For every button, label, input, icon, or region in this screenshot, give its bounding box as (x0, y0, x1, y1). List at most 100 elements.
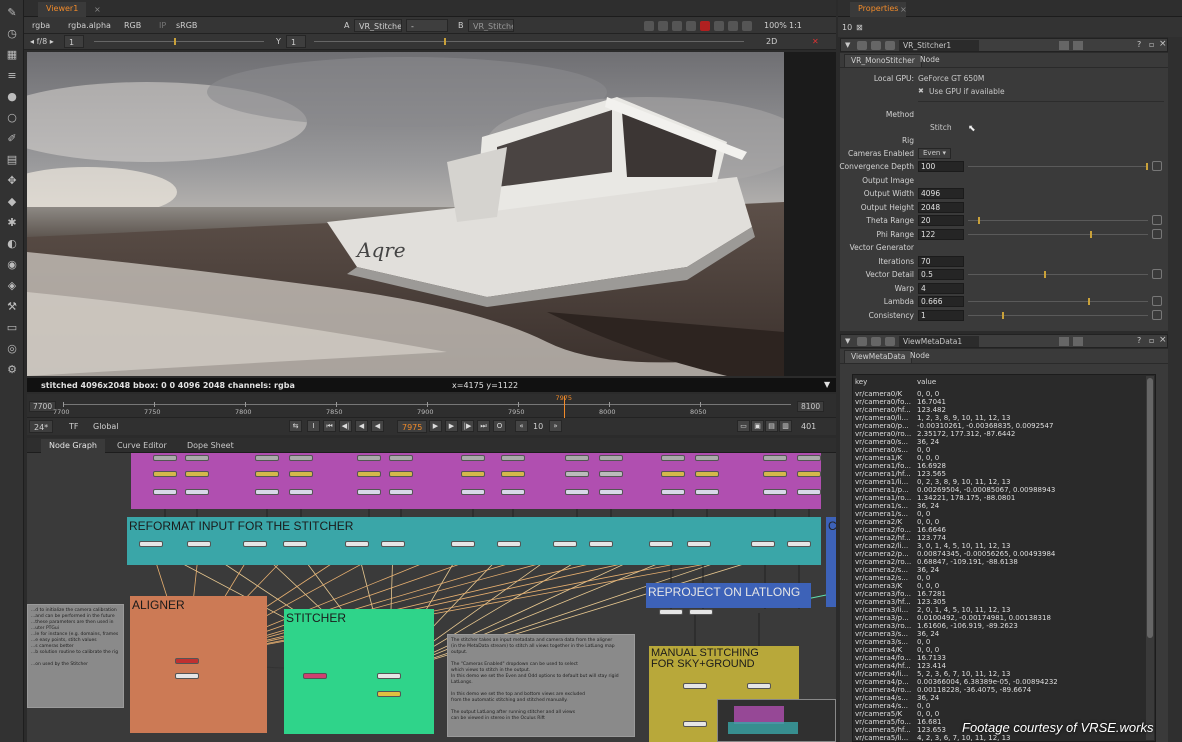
metadata-table[interactable]: key value vr/camera0/K 0, 0, 0 vr/camera0/… (852, 374, 1156, 742)
viewer-image[interactable]: Aqre (27, 52, 784, 376)
clock-icon[interactable]: ◷ (5, 27, 19, 41)
stitcher-node[interactable] (377, 673, 401, 679)
transform-node[interactable] (599, 471, 623, 477)
lut-dropdown[interactable]: sRGB (176, 19, 197, 32)
output-node[interactable] (377, 691, 401, 697)
zoom-dropdown[interactable]: 100% (764, 19, 787, 32)
read-node[interactable] (599, 455, 623, 461)
sticky-note-aligner[interactable]: ...d to initialize the camera calibratio… (27, 604, 124, 708)
phi-anim-icon[interactable] (1152, 229, 1162, 239)
output-height-field[interactable]: 2048 (918, 202, 964, 213)
consistency-field[interactable]: 1 (918, 310, 964, 321)
reformat-node[interactable] (243, 541, 267, 547)
step-field[interactable]: 10 (533, 420, 543, 433)
manual-node-2[interactable] (747, 683, 771, 689)
phi-knob[interactable] (1090, 231, 1092, 238)
lambda-slider[interactable] (968, 298, 1148, 305)
node-name-field[interactable]: VR_Stitcher1 (899, 40, 979, 51)
ratio-dropdown[interactable]: 1:1 (789, 19, 802, 32)
presets-icon[interactable] (1073, 41, 1083, 50)
tab-properties[interactable]: Properties (850, 2, 907, 17)
theta-field[interactable]: 20 (918, 215, 964, 226)
step-back-button[interactable]: « (515, 420, 528, 432)
colorspace-node[interactable] (797, 489, 821, 495)
stitcher-panel-header[interactable]: ▼ VR_Stitcher1 ? ▫ × (840, 38, 1168, 52)
tf-dropdown[interactable]: TF (69, 420, 79, 433)
colorspace-node[interactable] (461, 489, 485, 495)
transform-node[interactable] (501, 471, 525, 477)
meta-revert-icon[interactable] (1059, 337, 1069, 346)
timeline[interactable]: 7700 7700 7750 7800 7850 7900 7950 8000 8050 79… (27, 394, 836, 418)
read-node[interactable] (153, 455, 177, 461)
transform-node[interactable] (185, 471, 209, 477)
theta-knob[interactable] (978, 217, 980, 224)
scope-dropdown[interactable]: Global (93, 420, 119, 433)
backdrop-stitcher[interactable]: STITCHER (284, 609, 434, 734)
meta-node-icon[interactable] (857, 337, 867, 346)
manual-node-1[interactable] (683, 683, 707, 689)
convergence-knob[interactable] (1146, 163, 1148, 170)
transform-node[interactable] (153, 471, 177, 477)
box-icon[interactable]: ▭ (5, 321, 19, 335)
transform-node[interactable] (461, 471, 485, 477)
loop-button[interactable]: O (493, 420, 506, 432)
roi-icon[interactable] (644, 21, 654, 31)
audio-icon[interactable]: ▥ (779, 420, 792, 432)
lambda-field[interactable]: 0.666 (918, 296, 964, 307)
clear-panels-icon[interactable]: ⊠ (856, 21, 863, 34)
reformat-node[interactable] (687, 541, 711, 547)
timeline-end[interactable]: 8100 (797, 401, 825, 412)
next-frame-button[interactable]: ▶ (445, 420, 458, 432)
read-node[interactable] (389, 455, 413, 461)
read-node[interactable] (661, 455, 685, 461)
metadata-scrollbar[interactable] (1146, 376, 1154, 740)
tab-meta-node[interactable]: Node (904, 350, 936, 363)
colorspace-dropdown[interactable]: RGB (124, 19, 141, 32)
transform-node[interactable] (661, 471, 685, 477)
color-icon[interactable] (885, 41, 895, 50)
tab-vr-monostitcher[interactable]: VR_MonoStitcher (844, 54, 922, 67)
theta-slider[interactable] (968, 217, 1148, 224)
read-node[interactable] (185, 455, 209, 461)
last-frame-button[interactable]: ⏭ (477, 420, 490, 432)
colorspace-node[interactable] (289, 489, 313, 495)
transform-node[interactable] (289, 471, 313, 477)
colorspace-node[interactable] (661, 489, 685, 495)
colorspace-node[interactable] (695, 489, 719, 495)
flipbook-icon[interactable]: ▭ (737, 420, 750, 432)
reformat-node[interactable] (187, 541, 211, 547)
globe-icon[interactable]: ◎ (5, 342, 19, 356)
reformat-node[interactable] (649, 541, 673, 547)
transform-node[interactable] (763, 471, 787, 477)
reformat-node[interactable] (497, 541, 521, 547)
vector-detail-knob[interactable] (1044, 271, 1046, 278)
tab-viewer1[interactable]: Viewer1 (38, 2, 87, 17)
phi-field[interactable]: 122 (918, 229, 964, 240)
read-node[interactable] (357, 455, 381, 461)
use-gpu-checkbox[interactable]: ✖ (918, 87, 924, 95)
lambda-knob[interactable] (1088, 298, 1090, 305)
colorspace-node[interactable] (599, 489, 623, 495)
read-node[interactable] (501, 455, 525, 461)
reformat-node[interactable] (589, 541, 613, 547)
input-b-dropdown[interactable]: VR_Stitcher (468, 19, 514, 32)
colorspace-node[interactable] (185, 489, 209, 495)
consistency-slider[interactable] (968, 312, 1148, 319)
collapse-icon[interactable]: ▼ (845, 41, 850, 49)
convergence-anim-icon[interactable] (1152, 161, 1162, 171)
cache-icon[interactable]: ▣ (751, 420, 764, 432)
backdrop-edge[interactable]: C (826, 517, 836, 607)
colorspace-node[interactable] (501, 489, 525, 495)
sticky-note-stitcher[interactable]: The stitcher takes an input metadata and… (447, 634, 635, 737)
meta-presets-icon[interactable] (1073, 337, 1083, 346)
vector-detail-anim-icon[interactable] (1152, 269, 1162, 279)
mask-toggle-icon[interactable] (871, 41, 881, 50)
tab-viewmetadata[interactable]: ViewMetaData (844, 350, 913, 363)
gamma-slider-knob[interactable] (444, 38, 446, 45)
tab-node-graph[interactable]: Node Graph (41, 439, 105, 454)
gain-slider-knob[interactable] (174, 38, 176, 45)
alpha-dropdown[interactable]: rgba.alpha (68, 19, 111, 32)
circle-icon[interactable]: ○ (5, 111, 19, 125)
move-icon[interactable]: ✥ (5, 174, 19, 188)
step-forward-button[interactable]: » (549, 420, 562, 432)
